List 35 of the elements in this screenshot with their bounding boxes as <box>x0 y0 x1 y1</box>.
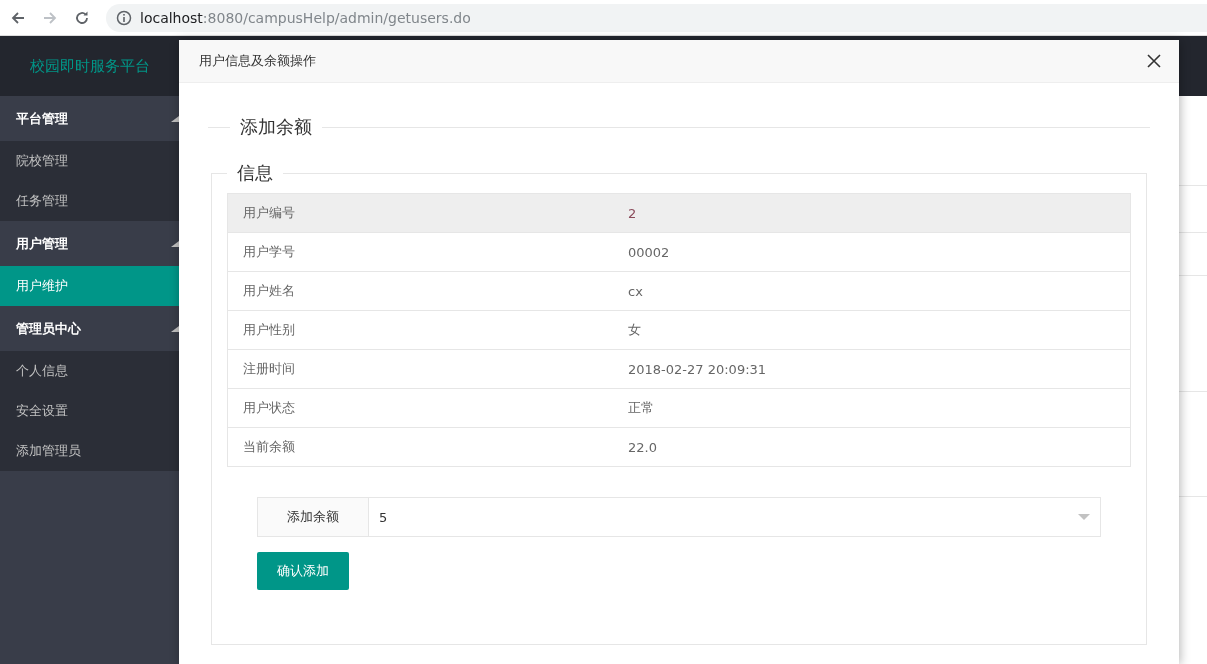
table-cell-text: 用户编号 <box>242 204 296 222</box>
site-logo: 校园即时服务平台 <box>28 56 151 76</box>
dialog-title: 用户信息及余额操作 <box>199 52 316 70</box>
table-cell: 00002 <box>628 244 670 260</box>
panel-legend: 信息 <box>227 161 283 185</box>
caret-icon <box>171 115 179 122</box>
table-cell: 22.0 <box>628 439 657 455</box>
caret-icon <box>171 240 179 247</box>
table-cell: 2 <box>628 205 637 221</box>
sidebar-item[interactable]: 添加管理员 <box>0 431 179 471</box>
table-cell: 2018-02-27 20:09:31 <box>628 361 767 377</box>
table-cell: 正常 <box>628 399 654 417</box>
close-icon[interactable] <box>1147 54 1161 68</box>
sidebar-item[interactable]: 用户维护 <box>0 266 179 306</box>
table-cell: 女 <box>628 321 641 339</box>
table-cell-text: 当前余额 <box>242 438 296 456</box>
section-title: 添加余额 <box>240 115 312 139</box>
info-icon[interactable] <box>116 9 132 26</box>
table-cell-text: 用户姓名 <box>242 282 296 300</box>
back-icon[interactable] <box>10 9 26 26</box>
confirm-button[interactable]: 确认添加 <box>257 552 349 590</box>
sidebar-item[interactable]: 任务管理 <box>0 181 179 221</box>
table-cell-text: 用户性别 <box>242 321 296 339</box>
reload-icon[interactable] <box>74 9 90 26</box>
table-cell-text: 用户学号 <box>242 243 296 261</box>
sidebar-item[interactable]: 安全设置 <box>0 391 179 431</box>
sidebar-item[interactable]: 院校管理 <box>0 141 179 181</box>
address-field[interactable]: localhost:8080/campusHelp/admin/getusers.do <box>106 3 1207 32</box>
url-host: localhost <box>140 9 203 26</box>
table-cell-text: 注册时间 <box>242 360 296 378</box>
url-path: :8080/campusHelp/admin/getusers.do <box>202 9 471 26</box>
caret-icon <box>171 325 179 332</box>
table-cell: cx <box>628 283 643 299</box>
table-cell-text: 用户状态 <box>242 399 296 417</box>
sidebar-item[interactable]: 个人信息 <box>0 351 179 391</box>
